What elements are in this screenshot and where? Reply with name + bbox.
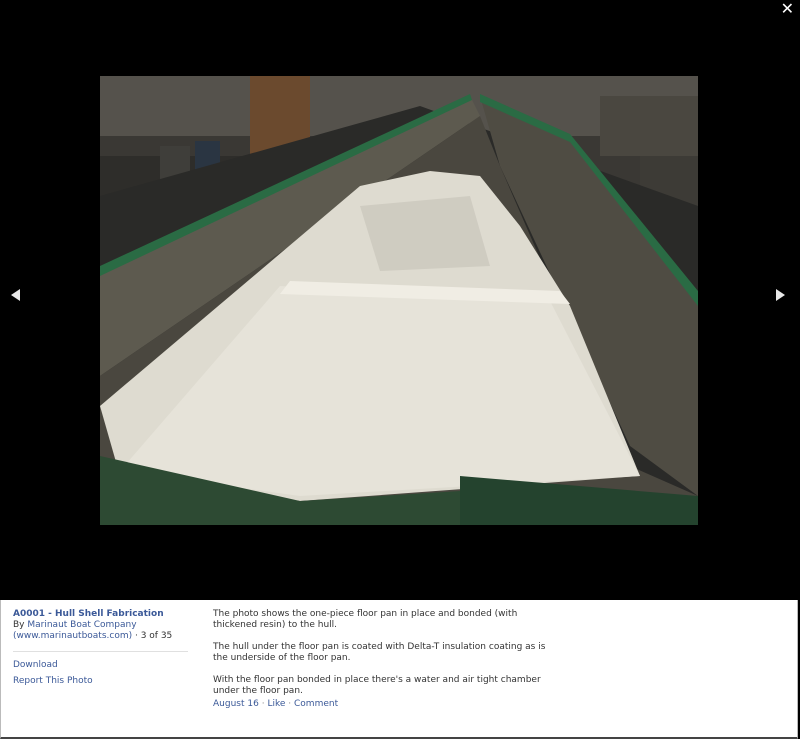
owner-url-link[interactable]: (www.marinautboats.com): [13, 631, 132, 641]
separator: ·: [261, 699, 265, 709]
photo-info-panel: A0001 - Hull Shell Fabrication By Marina…: [0, 600, 798, 739]
photo-viewer-stage: ✕: [0, 0, 800, 600]
photo-meta-row: August 16 · Like · Comment: [213, 699, 553, 710]
like-link[interactable]: Like: [267, 699, 285, 709]
previous-photo-arrow-icon[interactable]: [11, 289, 20, 301]
boat-hull-photo: [100, 76, 698, 525]
divider: [13, 651, 188, 652]
next-photo-arrow-icon[interactable]: [776, 289, 785, 301]
download-link[interactable]: Download: [13, 660, 58, 670]
caption-paragraph: With the floor pan bonded in place there…: [213, 675, 541, 696]
comment-link[interactable]: Comment: [294, 699, 338, 709]
photo-date-link[interactable]: August 16: [213, 699, 259, 709]
report-photo-link[interactable]: Report This Photo: [13, 676, 93, 686]
photo-meta-column: A0001 - Hull Shell Fabrication By Marina…: [13, 609, 188, 692]
caption-paragraph: The hull under the floor pan is coated w…: [213, 642, 546, 663]
separator: ·: [288, 699, 292, 709]
photo-actions: Download Report This Photo: [13, 660, 188, 687]
caption-paragraph: The photo shows the one-piece floor pan …: [213, 609, 518, 630]
by-prefix: By: [13, 620, 28, 630]
close-icon[interactable]: ✕: [781, 1, 794, 17]
album-title-link[interactable]: A0001 - Hull Shell Fabrication: [13, 609, 164, 619]
photo-position: · 3 of 35: [134, 631, 173, 641]
owner-link[interactable]: Marinaut Boat Company: [27, 620, 136, 630]
photo-caption: The photo shows the one-piece floor pan …: [213, 609, 553, 710]
